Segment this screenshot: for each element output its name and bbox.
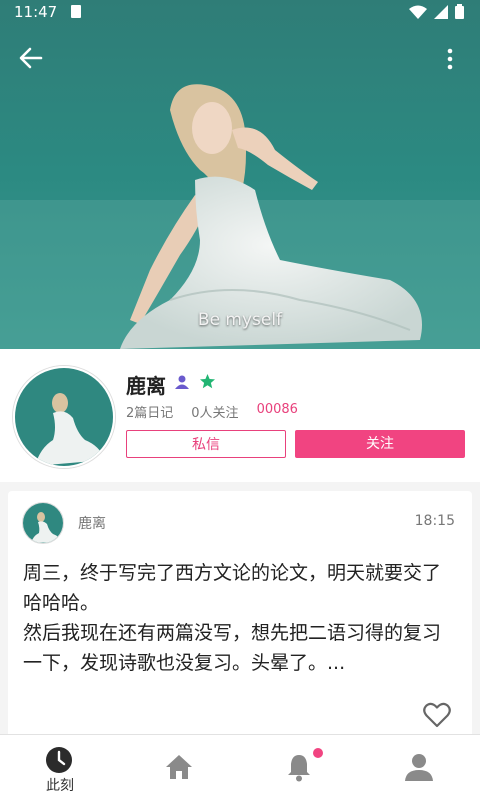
follow-button[interactable]: 关注 [295,430,465,458]
nav-label-moment: 此刻 [46,778,74,794]
post-text-line: 然后我现在还有两篇没写，想先把二语习得的复习一下，发现诗歌也没复习。头晕了。..… [23,622,442,674]
bottom-nav: 此刻 [0,734,480,801]
post-text-line: 周三，终于写完了西方文论的论文，明天就要交了哈哈哈。 [23,562,442,614]
more-vertical-icon [447,48,453,70]
nav-item-home[interactable] [120,735,240,801]
post-time: 18:15 [414,513,455,529]
sd-card-icon [71,5,81,18]
battery-icon [455,4,464,19]
person-icon [405,754,433,781]
nav-item-moment[interactable]: 此刻 [0,735,120,801]
nav-item-notifications[interactable] [240,735,360,801]
avatar[interactable] [13,366,115,468]
arrow-left-icon [19,47,43,69]
diary-count[interactable]: 2篇日记 [126,402,173,421]
profile-stats: 2篇日记 0人关注 00086 [126,402,316,421]
heart-icon[interactable] [423,702,451,728]
status-time: 11:47 [14,3,58,21]
user-name: 鹿离 [126,374,166,398]
back-button[interactable] [17,44,45,72]
message-button[interactable]: 私信 [126,430,286,458]
signal-icon [434,4,448,19]
more-options-button[interactable] [446,48,454,70]
status-icons [409,4,464,19]
cover-image [0,0,480,349]
nav-item-profile[interactable] [360,735,480,801]
notification-badge [313,748,323,758]
status-bar: 11:47 [0,0,480,24]
cover-caption: Be myself [197,310,283,330]
clock-icon [46,747,72,773]
person-badge-icon [175,375,189,389]
wifi-icon [409,5,427,19]
user-id: 00086 [256,402,298,417]
bell-icon [288,755,310,782]
star-badge-icon [200,374,215,389]
post-author[interactable]: 鹿离 [78,513,106,533]
home-icon [166,755,192,779]
follow-count[interactable]: 0人关注 [191,402,238,421]
post-body[interactable]: 周三，终于写完了西方文论的论文，明天就要交了哈哈哈。 然后我现在还有两篇没写，想… [23,558,459,678]
post-author-avatar[interactable] [22,502,64,544]
